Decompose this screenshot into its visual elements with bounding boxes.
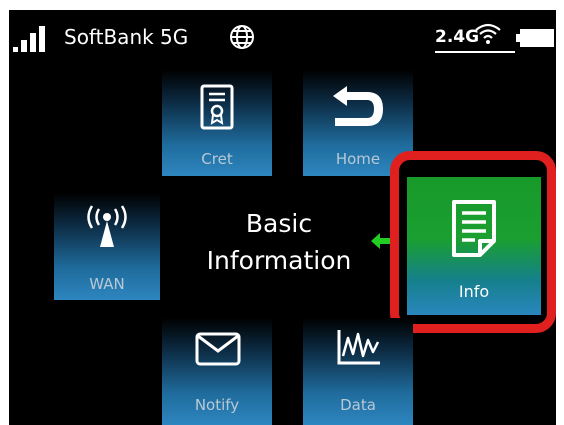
graph-icon — [337, 330, 380, 365]
wan-tile[interactable]: WAN — [54, 193, 160, 300]
battery-icon — [520, 29, 554, 47]
info-label: Info — [458, 282, 490, 301]
certificate-icon — [200, 84, 234, 130]
notify-label: Notify — [194, 396, 240, 414]
status-bar: SoftBank 5G 2.4G — [9, 10, 556, 65]
return-arrow-icon — [333, 86, 383, 126]
page-title: Basic Information — [179, 205, 379, 279]
antenna-icon — [87, 205, 127, 247]
page-title-line1: Basic — [245, 209, 313, 238]
notify-tile[interactable]: Notify — [162, 318, 272, 425]
device-screen: SoftBank 5G 2.4G Cret Home WAN Basic Inf… — [9, 10, 556, 425]
data-tile[interactable]: Data — [303, 318, 413, 425]
page-title-line2: Information — [206, 246, 352, 275]
document-icon — [452, 200, 496, 257]
wifi-icon — [475, 23, 501, 44]
envelope-icon — [195, 332, 241, 366]
wifi-underline — [435, 51, 515, 53]
signal-bars-icon — [13, 26, 45, 52]
wan-label: WAN — [89, 275, 125, 293]
cret-label: Cret — [201, 150, 233, 168]
globe-icon — [230, 25, 254, 49]
cret-tile[interactable]: Cret — [162, 70, 272, 176]
data-label: Data — [340, 396, 376, 414]
carrier-label: SoftBank 5G — [64, 25, 189, 49]
info-tile[interactable]: Info — [407, 177, 541, 315]
